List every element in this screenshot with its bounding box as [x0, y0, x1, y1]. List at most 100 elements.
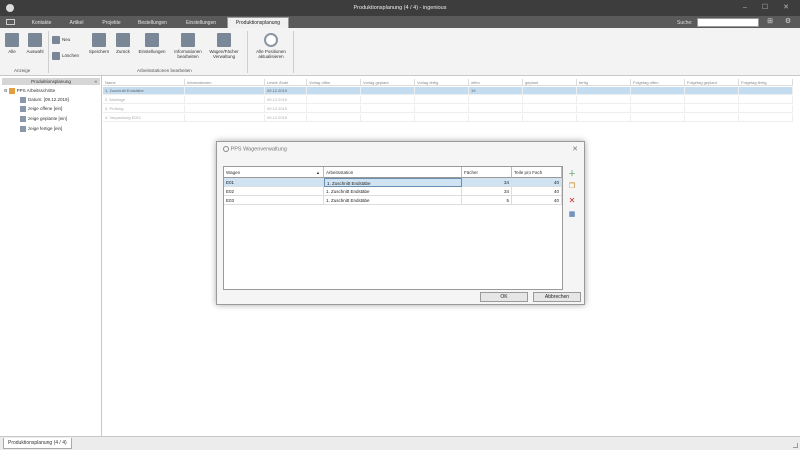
grid-cell[interactable] — [577, 87, 631, 95]
wagen-cell[interactable]: E03 — [224, 196, 324, 205]
grid-cell[interactable] — [469, 96, 523, 104]
dialog-close-button[interactable]: ✕ — [572, 145, 578, 153]
alle-button[interactable]: Alle — [3, 33, 21, 54]
minimize-button[interactable]: – — [735, 3, 755, 13]
tab-projekte[interactable]: Projekte — [95, 18, 128, 28]
tree-item-datum[interactable]: Datum: [09.12.2019] — [20, 97, 69, 103]
grid-cell[interactable] — [361, 96, 415, 104]
grid-cell[interactable] — [631, 114, 685, 122]
grid-cell[interactable] — [185, 87, 265, 95]
apps-grid-icon[interactable] — [6, 19, 15, 25]
grid-cell[interactable] — [685, 96, 739, 104]
grid-cell[interactable]: 4. Verpackung EDI3 — [103, 114, 185, 122]
collapse-panel-icon[interactable]: « — [94, 78, 97, 85]
speichern-button[interactable]: Speichern — [86, 33, 112, 54]
tab-produktionsplanung[interactable]: Produktionsplanung — [227, 17, 289, 28]
grid-cell[interactable] — [469, 114, 523, 122]
tree-item-fertige[interactable]: zeige fertige [ein] — [20, 126, 62, 132]
tree-root[interactable]: ⊟ PPS Arbeitsschritte — [4, 88, 55, 94]
grid-cell[interactable] — [185, 96, 265, 104]
grid-cell[interactable]: 19 — [469, 87, 523, 95]
grid-cell[interactable] — [415, 96, 469, 104]
grid-cell[interactable] — [307, 105, 361, 113]
grid-column-header[interactable]: Informationen — [185, 79, 265, 86]
grid-cell[interactable]: 09.12.2019 — [265, 87, 307, 95]
grid-cell[interactable] — [307, 87, 361, 95]
grid-cell[interactable] — [361, 105, 415, 113]
wagen-cell[interactable]: 40 — [512, 196, 562, 205]
grid-cell[interactable]: 09.12.2019 — [265, 105, 307, 113]
grid-column-header[interactable]: Folgetag geplant — [685, 79, 739, 86]
grid-cell[interactable]: 1. Zuschnitt Endstäbe — [103, 87, 185, 95]
grid-cell[interactable] — [685, 114, 739, 122]
grid-cell[interactable] — [631, 105, 685, 113]
grid-column-header[interactable]: geplant — [523, 79, 577, 86]
cart-config-icon[interactable]: ▦ — [567, 209, 577, 219]
wagen-cell[interactable]: 34 — [462, 187, 512, 196]
grid-column-header[interactable]: Vorlag geplant — [361, 79, 415, 86]
grid-cell[interactable] — [685, 87, 739, 95]
column-header-arbeitsstation[interactable]: Arbeitsstation — [324, 167, 462, 178]
grid-column-header[interactable]: offen — [469, 79, 523, 86]
grid-cell[interactable] — [739, 87, 793, 95]
tree-item-geplante[interactable]: zeige geplante [ein] — [20, 116, 67, 122]
grid-cell[interactable] — [577, 105, 631, 113]
grid-cell[interactable] — [523, 105, 577, 113]
maximize-button[interactable]: ☐ — [755, 3, 775, 13]
gift-icon[interactable]: ⊞ — [766, 18, 774, 26]
grid-column-header[interactable]: Folgetag fertig — [739, 79, 793, 86]
informationen-bearbeiten-button[interactable]: Informationen bearbeiten — [170, 33, 206, 59]
search-input[interactable] — [697, 18, 759, 27]
loeschen-button[interactable]: Löschen — [52, 52, 79, 60]
cancel-button[interactable]: Abbrechen — [533, 292, 581, 302]
tab-kontakte[interactable]: Kontakte — [25, 18, 58, 28]
tab-bestellungen[interactable]: Bestellungen — [130, 18, 175, 28]
wagen-cell[interactable]: E01 — [224, 178, 324, 187]
einstellungen-button[interactable]: Einstellungen — [134, 33, 170, 54]
copy-row-icon[interactable]: ❐ — [567, 181, 577, 191]
grid-cell[interactable] — [185, 105, 265, 113]
grid-cell[interactable] — [523, 96, 577, 104]
grid-column-header[interactable]: fertig — [577, 79, 631, 86]
wagen-cell[interactable]: 1. Zuschnitt Endstäbe — [324, 178, 462, 187]
wagen-cell[interactable]: 40 — [512, 178, 562, 187]
tab-einstellungen[interactable]: Einstellungen — [177, 18, 225, 28]
grid-cell[interactable] — [307, 114, 361, 122]
delete-row-icon[interactable]: ✕ — [567, 195, 577, 205]
grid-cell[interactable] — [739, 105, 793, 113]
grid-cell[interactable] — [739, 114, 793, 122]
grid-cell[interactable] — [631, 87, 685, 95]
grid-cell[interactable]: 09.12.2019 — [265, 114, 307, 122]
grid-cell[interactable] — [523, 87, 577, 95]
auswahl-button[interactable]: Auswahl — [23, 33, 47, 54]
grid-column-header[interactable]: Letzte Ände — [265, 79, 307, 86]
wagen-cell[interactable]: 1. Zuschnitt Endstäbe — [324, 196, 462, 205]
wagen-cell[interactable]: 34 — [462, 178, 512, 187]
grid-cell[interactable] — [739, 96, 793, 104]
wagen-cell[interactable]: 1. Zuschnitt Endstäbe — [324, 187, 462, 196]
grid-cell[interactable] — [577, 114, 631, 122]
grid-cell[interactable] — [185, 114, 265, 122]
close-window-button[interactable]: ✕ — [776, 3, 796, 13]
grid-cell[interactable] — [469, 105, 523, 113]
grid-column-header[interactable]: Vorlag offen — [307, 79, 361, 86]
zurueck-button[interactable]: Zurück — [112, 33, 134, 54]
add-row-icon[interactable]: ＋ — [567, 168, 577, 178]
alle-positionen-aktualisieren-button[interactable]: Alle Positionen aktualisieren — [251, 33, 291, 59]
grid-cell[interactable] — [361, 87, 415, 95]
settings-icon[interactable]: ⚙ — [784, 18, 792, 26]
resize-grip-icon[interactable] — [793, 443, 798, 448]
column-header-faecher[interactable]: Fächer — [462, 167, 512, 178]
grid-column-header[interactable]: Vorlag fertig — [415, 79, 469, 86]
grid-cell[interactable]: 3. Prüfung — [103, 105, 185, 113]
ok-button[interactable]: OK — [480, 292, 528, 302]
grid-cell[interactable] — [415, 105, 469, 113]
grid-column-header[interactable]: Name — [103, 79, 185, 86]
tree-item-offene[interactable]: zeige offene [ein] — [20, 106, 62, 112]
grid-cell[interactable]: 2. Montage — [103, 96, 185, 104]
grid-cell[interactable] — [415, 114, 469, 122]
grid-column-header[interactable]: Folgetag offen — [631, 79, 685, 86]
grid-cell[interactable] — [523, 114, 577, 122]
grid-cell[interactable] — [415, 87, 469, 95]
wagen-cell[interactable]: 40 — [512, 187, 562, 196]
